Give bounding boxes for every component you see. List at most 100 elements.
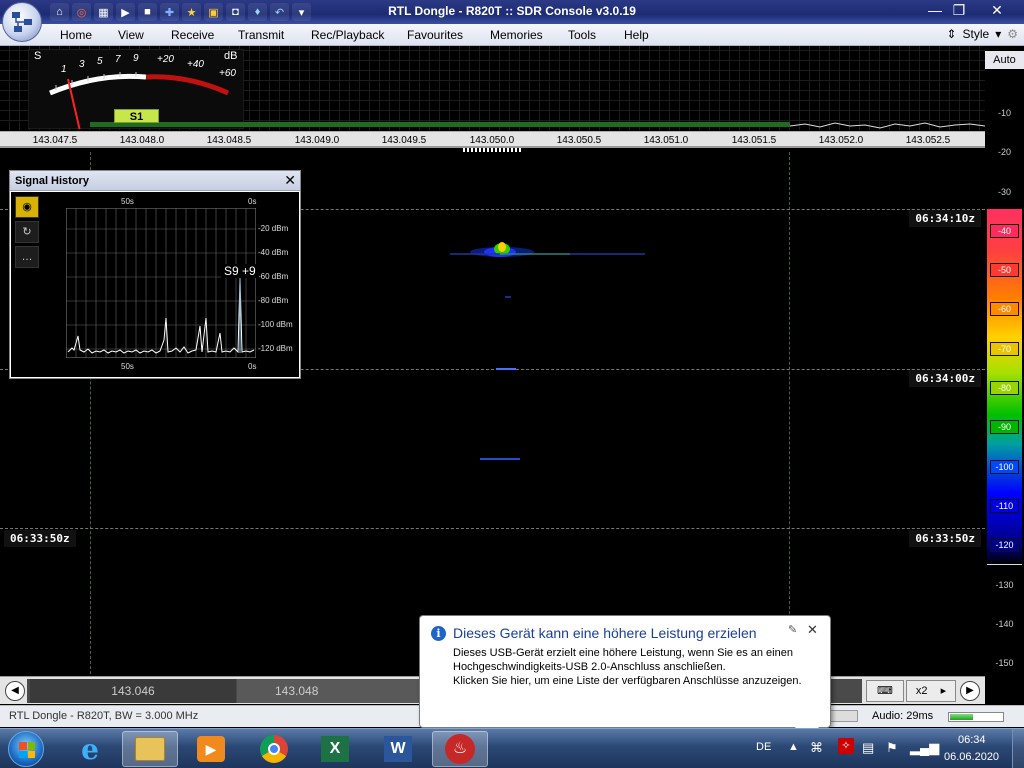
device-icon[interactable]: ▤ xyxy=(862,740,874,756)
freq-tick-label: 143.052.0 xyxy=(818,135,864,146)
menu-view[interactable]: View xyxy=(118,28,144,42)
signal-history-title: Signal History xyxy=(15,175,89,187)
signal-trace-dot xyxy=(480,458,520,460)
pin-icon[interactable]: ✎ xyxy=(788,623,797,636)
s-scale-plus60: +60 xyxy=(219,68,236,79)
close-button[interactable]: ✕ xyxy=(984,1,1010,19)
show-desktop-button[interactable] xyxy=(1012,729,1024,768)
zoom-selector[interactable]: x2 ▸ xyxy=(906,680,956,702)
s-scale-3: 3 xyxy=(79,59,85,70)
scroll-left-button[interactable]: ◀ xyxy=(5,681,25,701)
notification-link[interactable]: Klicken Sie hier, um eine Liste der verf… xyxy=(453,674,825,688)
chrome-icon[interactable] xyxy=(246,731,302,767)
s-label: S xyxy=(34,50,42,62)
menu-tools[interactable]: Tools xyxy=(568,28,596,42)
title-bar: ⌂ ◎ ▦ ▶ ■ ✚ ★ ▣ ◘ ♦ ↶ ▾ RTL Dongle - R82… xyxy=(0,0,1024,24)
excel-icon[interactable]: X xyxy=(307,731,363,767)
s-scale-7: 7 xyxy=(115,54,121,65)
signal-strength-icon[interactable]: ▂▄▆ xyxy=(910,740,939,756)
menu-transmit[interactable]: Transmit xyxy=(238,28,284,42)
signal-history-tools: ◉ ↻ … xyxy=(15,196,39,271)
frequency-axis[interactable]: 143.047.5 143.048.0 143.048.5 143.049.0 … xyxy=(0,131,985,148)
antivirus-icon[interactable]: ✧ xyxy=(838,738,854,754)
plot-top-label: 0s xyxy=(248,197,257,206)
auto-scale-button[interactable]: Auto xyxy=(985,51,1024,69)
spectrum-trace xyxy=(790,122,985,129)
scroll-freq-1: 143.046 xyxy=(30,679,236,703)
action-center-flag-icon[interactable]: ⚑ xyxy=(886,740,898,756)
scroll-right-button[interactable]: ▶ xyxy=(960,681,980,701)
spectrum-display[interactable]: S dB 1 3 5 7 9 +20 +40 +60 S1 xyxy=(0,46,985,130)
windows-logo-icon xyxy=(19,742,35,758)
db-label: -10 xyxy=(997,108,1011,118)
plot-y-label: -120 dBm xyxy=(258,344,293,353)
status-indicator xyxy=(830,710,858,722)
usb-notification-balloon[interactable]: i Dieses Gerät kann eine höhere Leistung… xyxy=(419,615,831,741)
menu-favourites[interactable]: Favourites xyxy=(407,28,463,42)
maximize-button[interactable]: ❐ xyxy=(946,1,972,19)
db-scale: Auto -10 -20 -30 -40 -50 -60 -70 -80 -90… xyxy=(985,46,1024,704)
signal-history-window[interactable]: Signal History ✕ ◉ ↻ … 50s 0s -20 dBm -4… xyxy=(9,170,301,379)
refresh-icon[interactable]: ↻ xyxy=(15,221,39,243)
s-scale-9: 9 xyxy=(133,53,139,64)
menu-rec-playback[interactable]: Rec/Playback xyxy=(311,28,384,42)
internet-explorer-icon[interactable]: e xyxy=(62,731,118,767)
app-menu-button[interactable] xyxy=(2,2,42,42)
word-icon[interactable]: W xyxy=(370,731,426,767)
db-label: -20 xyxy=(997,147,1011,157)
menu-memories[interactable]: Memories xyxy=(490,28,543,42)
updown-icon: ⇕ xyxy=(946,27,957,41)
tray-expand-icon[interactable]: ▲ xyxy=(788,741,799,753)
sdr-console-taskbar-icon[interactable]: ♨ xyxy=(432,731,488,767)
signal-level-bar xyxy=(90,122,790,127)
media-player-icon[interactable]: ▶ xyxy=(183,731,239,767)
notification-title: Dieses Gerät kann eine höhere Leistung e… xyxy=(453,625,757,641)
freq-tick-label: 143.050.5 xyxy=(556,135,602,146)
s-scale-plus20: +20 xyxy=(157,54,174,65)
db-color-box: -100 xyxy=(990,460,1019,474)
close-icon[interactable]: ✕ xyxy=(284,172,296,189)
db-label: -130 xyxy=(995,580,1014,590)
record-icon[interactable]: ◉ xyxy=(15,196,39,218)
menu-help[interactable]: Help xyxy=(624,28,649,42)
db-color-box: -110 xyxy=(990,499,1019,513)
freq-tick-label: 143.049.0 xyxy=(294,135,340,146)
plot-y-label: -100 dBm xyxy=(258,320,293,329)
usb-device-icon[interactable]: ⌘ xyxy=(810,740,823,756)
gear-icon[interactable]: ⚙ xyxy=(1007,27,1018,41)
notification-body-text: Dieses USB-Gerät erzielt eine höhere Lei… xyxy=(453,647,793,673)
db-color-box: -70 xyxy=(990,342,1019,356)
plot-bottom-label: 0s xyxy=(248,362,257,371)
clock-time[interactable]: 06:34 xyxy=(958,734,986,746)
network-icon xyxy=(12,12,32,32)
style-control[interactable]: ⇕ Style ▾ ⚙ xyxy=(946,27,1018,41)
freq-tick-label: 143.048.5 xyxy=(206,135,252,146)
signal-history-header[interactable]: Signal History ✕ xyxy=(10,171,300,191)
plot-y-label: -80 dBm xyxy=(258,296,289,305)
sdr-console-window: ⌂ ◎ ▦ ▶ ■ ✚ ★ ▣ ◘ ♦ ↶ ▾ RTL Dongle - R82… xyxy=(0,0,1024,768)
db-label: -140 xyxy=(995,619,1014,629)
db-color-box: -50 xyxy=(990,263,1019,277)
history-reading: S9 +9 xyxy=(221,264,259,278)
menu-home[interactable]: Home xyxy=(60,28,92,42)
more-icon[interactable]: … xyxy=(15,246,39,268)
window-title: RTL Dongle - R820T :: SDR Console v3.0.1… xyxy=(388,4,636,18)
keyboard-icon[interactable]: ⌨ xyxy=(866,680,904,702)
file-explorer-icon[interactable] xyxy=(122,731,178,767)
signal-trace-dot xyxy=(505,296,511,298)
clock-date[interactable]: 06.06.2020 xyxy=(944,751,999,763)
freq-tick-label: 143.051.0 xyxy=(643,135,689,146)
freq-tick-label: 143.051.5 xyxy=(731,135,777,146)
menu-receive[interactable]: Receive xyxy=(171,28,214,42)
start-button[interactable] xyxy=(8,731,44,767)
minimize-button[interactable]: — xyxy=(922,1,948,19)
plot-y-label: -20 dBm xyxy=(258,224,289,233)
db-color-box: -80 xyxy=(990,381,1019,395)
language-indicator[interactable]: DE xyxy=(756,741,771,753)
status-device-info: RTL Dongle - R820T, BW = 3.000 MHz xyxy=(9,710,199,722)
plot-y-label: -60 dBm xyxy=(258,272,289,281)
db-color-box: -60 xyxy=(990,302,1019,316)
timestamp-line xyxy=(0,528,985,529)
close-icon[interactable]: ✕ xyxy=(807,622,818,638)
s-meter-reading: S1 xyxy=(114,109,159,123)
